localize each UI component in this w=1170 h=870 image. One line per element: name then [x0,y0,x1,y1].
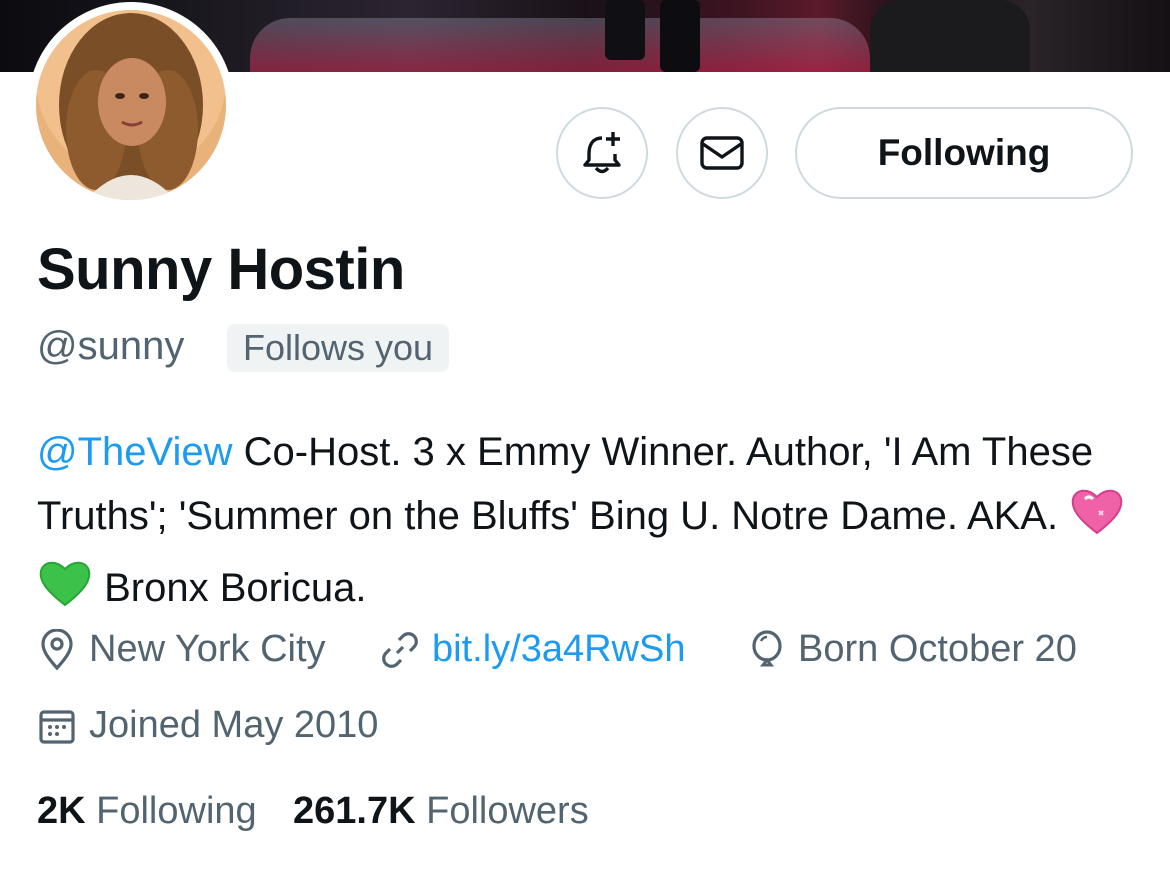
bell-plus-icon [583,132,621,174]
banner-stage-shape [250,18,870,72]
following-button[interactable]: Following [795,107,1133,199]
followers-label: Followers [426,790,589,832]
website-text[interactable]: bit.ly/3a4RwSh [432,628,685,671]
avatar[interactable] [36,10,226,200]
following-count: 2K [37,790,86,832]
message-button[interactable] [676,107,768,199]
profile-bio: @TheView Co-Host. 3 x Emmy Winner. Autho… [37,420,1147,628]
followers-stat[interactable]: 261.7K Followers [293,790,589,833]
notifications-button[interactable] [556,107,648,199]
envelope-icon [700,136,744,170]
followers-count: 261.7K [293,790,416,832]
balloon-icon [752,629,782,666]
follows-you-badge: Follows you [227,324,450,372]
display-name: Sunny Hostin [37,237,405,302]
pink-sparkling-heart-emoji [1069,485,1125,556]
website-link[interactable]: bit.ly/3a4RwSh [380,628,685,671]
calendar-icon [39,709,75,744]
username-handle: @sunny [37,324,185,368]
location-text: New York City [89,628,326,670]
joined-item: Joined May 2010 [37,704,378,747]
birthday-text: Born October 20 [798,628,1077,670]
birthday-item: Born October 20 [748,628,1077,671]
link-icon [382,631,418,668]
following-label: Following [96,790,257,832]
location-pin-icon [41,628,73,670]
green-heart-emoji [37,557,93,628]
bio-text-tail: Bronx Boricua. [93,566,367,610]
banner-figure [870,0,1030,72]
following-stat[interactable]: 2K Following [37,790,257,833]
joined-text: Joined May 2010 [89,704,379,746]
banner-figure [605,0,645,60]
banner-figure [660,0,700,72]
location-item: New York City [37,628,326,671]
bio-mention-link[interactable]: @TheView [37,430,233,474]
